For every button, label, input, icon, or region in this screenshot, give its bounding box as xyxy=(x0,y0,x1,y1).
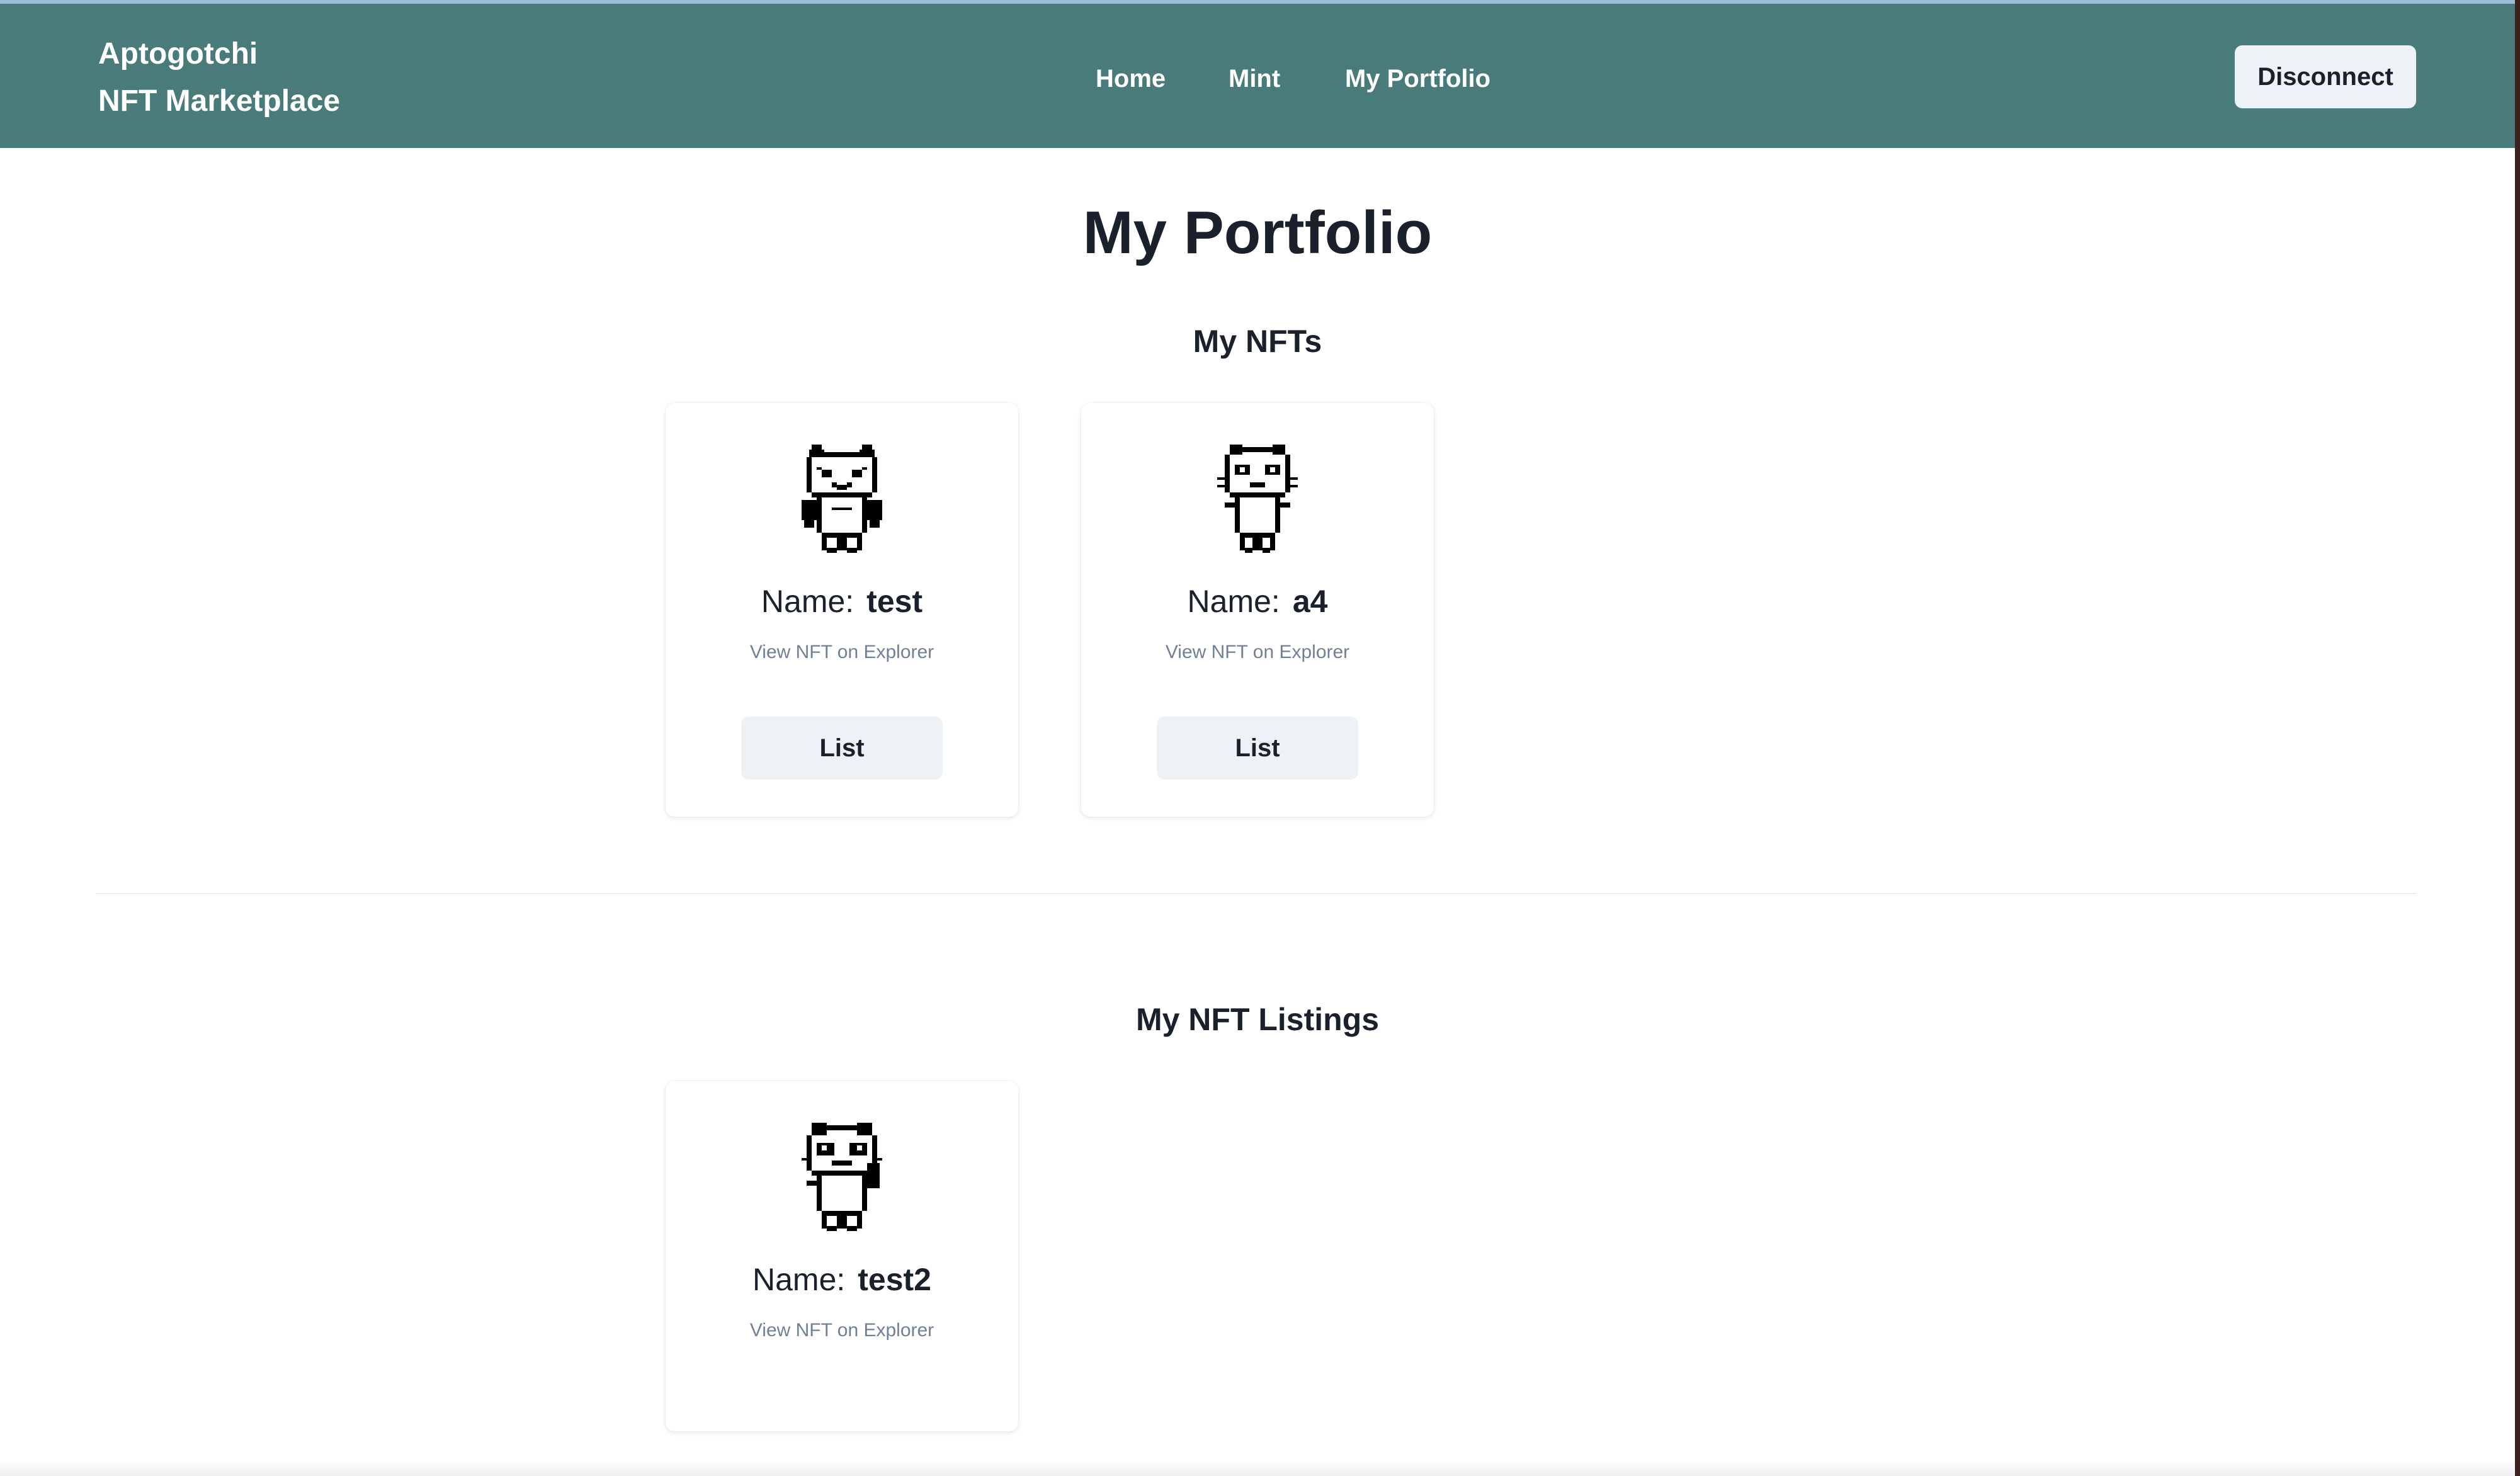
navbar: Aptogotchi NFT Marketplace Home Mint My … xyxy=(0,4,2520,148)
nft-name-value: test2 xyxy=(858,1262,931,1297)
section-title-my-nfts: My NFTs xyxy=(1193,324,1322,359)
nft-name: Name: test xyxy=(666,582,1018,621)
pixel-pet-arms-down-icon xyxy=(802,445,882,553)
nft-card: Name: a4 View NFT on Explorer List xyxy=(1081,403,1434,817)
list-button[interactable]: List xyxy=(1157,717,1358,780)
bottom-fade xyxy=(0,1460,2515,1476)
brand-title: Aptogotchi xyxy=(98,37,258,71)
brand-subtitle: NFT Marketplace xyxy=(98,84,341,118)
view-on-explorer-link[interactable]: View NFT on Explorer xyxy=(666,1318,1018,1343)
nft-name-label: Name: xyxy=(752,1262,846,1297)
view-on-explorer-link[interactable]: View NFT on Explorer xyxy=(1081,640,1434,665)
page-title: My Portfolio xyxy=(1082,199,1433,266)
nft-name: Name: test2 xyxy=(666,1260,1018,1299)
list-button[interactable]: List xyxy=(741,717,943,780)
nft-name-label: Name: xyxy=(1187,584,1280,619)
nft-name-value: test xyxy=(866,584,923,619)
section-title-my-nft-listings: My NFT Listings xyxy=(1135,1002,1380,1037)
pixel-pet-waving-icon xyxy=(802,1123,882,1231)
nft-listing-card: Name: test2 View NFT on Explorer xyxy=(666,1081,1018,1431)
nav-link-home[interactable]: Home xyxy=(1096,63,1166,94)
nft-card: Name: test View NFT on Explorer List xyxy=(666,403,1018,817)
view-on-explorer-link[interactable]: View NFT on Explorer xyxy=(666,640,1018,665)
pixel-pet-whiskers-icon xyxy=(1217,445,1298,553)
nav-link-my-portfolio[interactable]: My Portfolio xyxy=(1345,63,1490,94)
section-divider xyxy=(96,893,2417,894)
nft-name-value: a4 xyxy=(1292,584,1328,619)
disconnect-button[interactable]: Disconnect xyxy=(2235,45,2416,108)
nft-name: Name: a4 xyxy=(1081,582,1434,621)
window-right-edge xyxy=(2515,0,2520,1476)
nft-name-label: Name: xyxy=(761,584,854,619)
nav-link-mint[interactable]: Mint xyxy=(1229,63,1280,94)
brand-logo[interactable]: Aptogotchi NFT Marketplace xyxy=(98,30,340,125)
